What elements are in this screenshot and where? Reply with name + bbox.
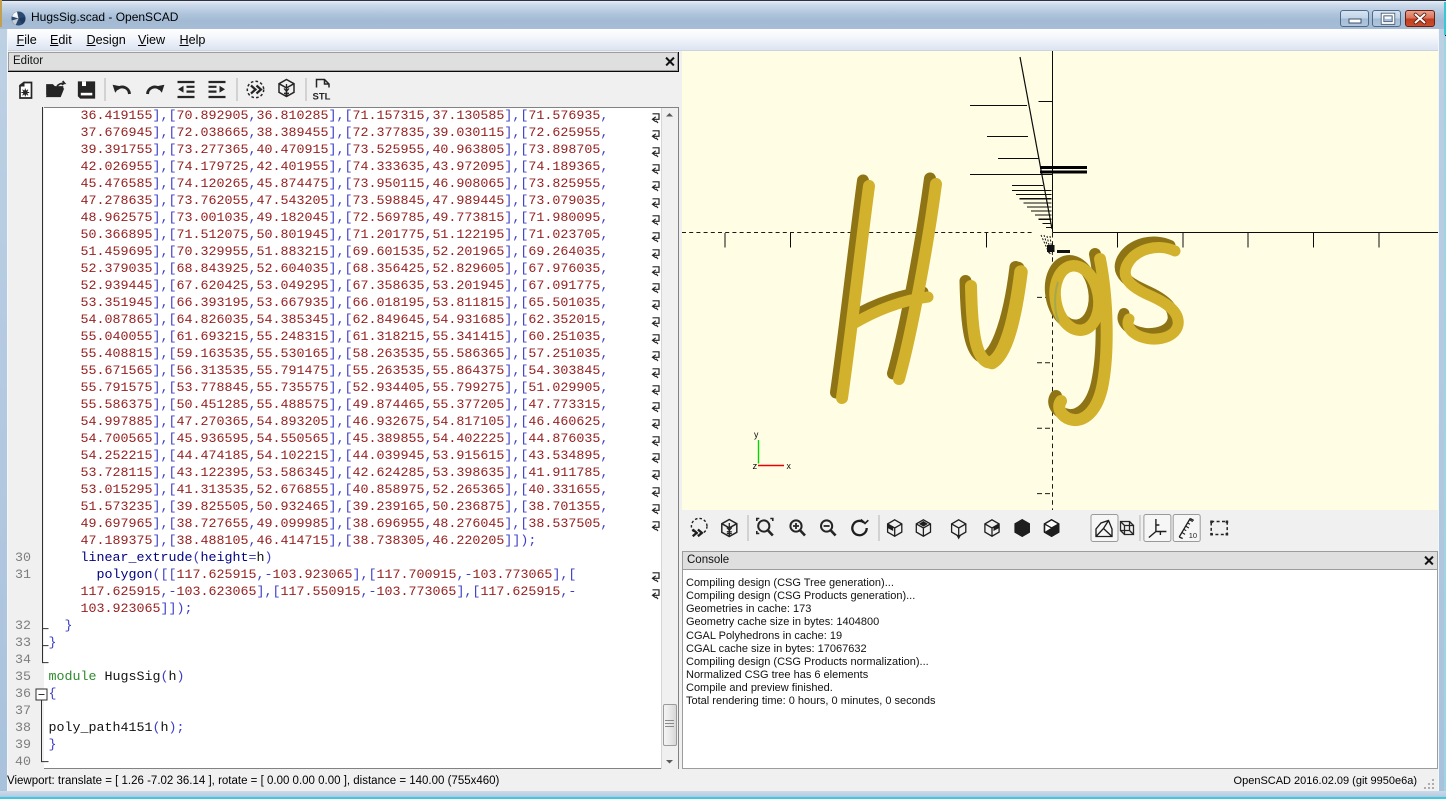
svg-text:STL: STL	[313, 92, 331, 103]
svg-text:10: 10	[1189, 531, 1197, 540]
svg-text:x: x	[787, 461, 792, 471]
svg-text:y: y	[754, 430, 759, 440]
svg-text:z: z	[753, 461, 758, 472]
